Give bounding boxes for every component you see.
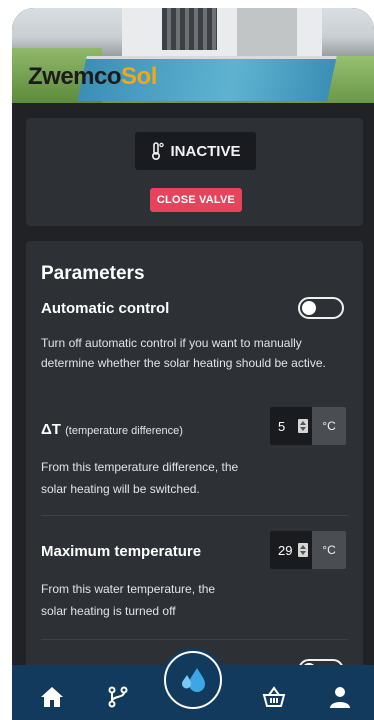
- home-icon[interactable]: [38, 683, 66, 711]
- branch-icon[interactable]: [104, 683, 132, 711]
- thermometer-icon: [150, 142, 165, 160]
- automatic-control-label: Automatic control: [41, 300, 170, 317]
- delta-t-description-2: solar heating will be switched.: [41, 482, 200, 496]
- water-drop-icon[interactable]: [164, 651, 222, 709]
- parameters-card: Parameters Automatic control Turn off au…: [26, 241, 363, 681]
- max-temp-label: Maximum temperature: [41, 543, 202, 560]
- status-badge: INACTIVE: [135, 132, 256, 170]
- brand-logo: ZwemcoSol: [28, 63, 157, 90]
- water-drop-button[interactable]: [161, 648, 225, 712]
- spinner-icon[interactable]: [298, 543, 308, 557]
- app-screen: ZwemcoSol INACTIVE CLOSE VALVE Parameter…: [12, 8, 374, 720]
- max-temp-stepper[interactable]: 29 °C: [270, 531, 346, 569]
- max-temp-description-2: solar heating is turned off: [41, 604, 176, 618]
- divider: [41, 515, 348, 516]
- parameters-title: Parameters: [41, 263, 145, 284]
- delta-t-unit: °C: [312, 407, 346, 445]
- max-temp-value[interactable]: 29: [278, 543, 292, 558]
- automatic-control-toggle[interactable]: [298, 297, 344, 319]
- automatic-control-description: Turn off automatic control if you want t…: [41, 336, 326, 370]
- delta-t-stepper[interactable]: 5 °C: [270, 407, 346, 445]
- close-valve-button[interactable]: CLOSE VALVE: [150, 188, 242, 212]
- divider: [41, 639, 348, 640]
- max-temp-description-1: From this water temperature, the: [41, 582, 216, 596]
- status-label: INACTIVE: [170, 142, 241, 160]
- max-temp-unit: °C: [312, 531, 346, 569]
- status-card: INACTIVE CLOSE VALVE: [26, 118, 363, 226]
- spinner-icon[interactable]: [298, 419, 308, 433]
- basket-icon[interactable]: [260, 683, 288, 711]
- header-image: ZwemcoSol: [12, 8, 374, 103]
- delta-t-label: ΔT (temperature difference): [41, 421, 183, 438]
- delta-t-value[interactable]: 5: [278, 419, 285, 434]
- user-icon[interactable]: [326, 683, 354, 711]
- delta-t-description-1: From this temperature difference, the: [41, 460, 239, 474]
